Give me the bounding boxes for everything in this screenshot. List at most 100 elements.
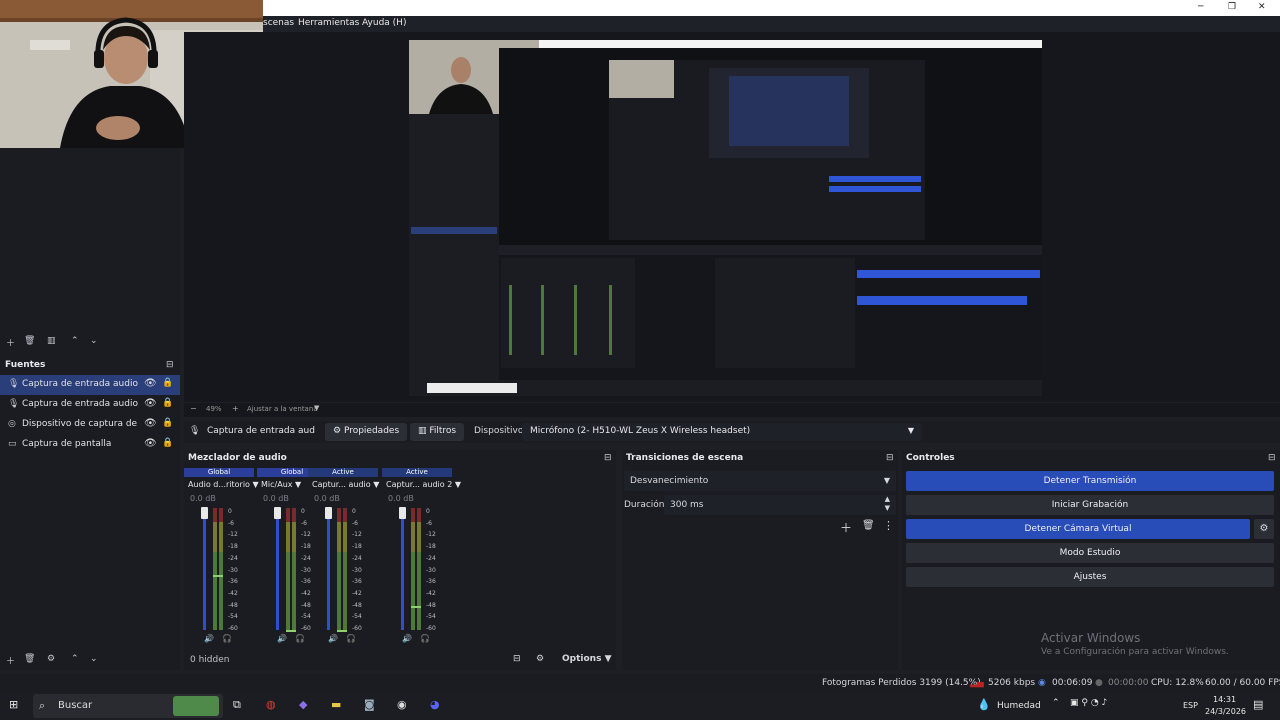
fader-knob[interactable]: [325, 507, 332, 519]
add-transition-icon[interactable]: ＋: [840, 519, 852, 536]
device-select[interactable]: Micrófono (2- H510-WL Zeus X Wireless he…: [522, 423, 922, 441]
mute-icon[interactable]: 🔊: [277, 634, 287, 643]
scene-filters-icon[interactable]: ▥: [47, 336, 56, 346]
filters-button[interactable]: ▥ Filtros: [410, 423, 465, 441]
tray-icons[interactable]: ▣ ⚲ ◔ ♪: [1070, 698, 1107, 708]
fader-knob[interactable]: [399, 507, 406, 519]
stop-streaming-button[interactable]: Detener Transmisión: [906, 471, 1274, 491]
close-icon[interactable]: ✕: [1258, 2, 1266, 12]
panel-menu-icon[interactable]: ⊟: [166, 360, 174, 370]
visibility-eye-icon[interactable]: 👁: [144, 418, 157, 429]
headphones-icon[interactable]: 🎧: [222, 634, 232, 643]
move-down-icon[interactable]: ⌄: [90, 336, 98, 346]
headphones-icon[interactable]: 🎧: [420, 634, 430, 643]
meter-tick-label: -36: [228, 578, 238, 586]
copilot-icon[interactable]: ◆: [299, 698, 307, 711]
tray-chevron-icon[interactable]: ⌃: [1052, 698, 1060, 708]
headphones-icon[interactable]: 🎧: [346, 634, 356, 643]
menu-help[interactable]: Ayuda (H): [362, 18, 406, 28]
visibility-eye-icon[interactable]: 👁: [144, 398, 157, 409]
camera-app-icon[interactable]: ◙: [364, 698, 375, 711]
settings-button[interactable]: Ajustes: [906, 567, 1274, 587]
layout-icon[interactable]: ⊟: [513, 654, 521, 664]
channel-name[interactable]: Captur... audio 2 ▼: [386, 480, 461, 489]
lock-icon[interactable]: 🔒: [162, 378, 173, 388]
remove-source-icon[interactable]: 🗑: [24, 654, 35, 664]
lock-icon[interactable]: 🔒: [162, 398, 173, 408]
stepper-icon[interactable]: ▲ ▼: [885, 495, 890, 513]
mic-icon: 🎙: [8, 379, 20, 389]
panel-menu-icon[interactable]: ⊟: [604, 453, 612, 463]
visibility-eye-icon[interactable]: 👁: [144, 438, 157, 449]
remove-scene-icon[interactable]: 🗑: [24, 336, 35, 346]
menu-tools[interactable]: Herramientas: [298, 18, 359, 28]
lock-icon[interactable]: 🔒: [162, 438, 173, 448]
obs-icon[interactable]: ◉: [397, 698, 407, 711]
fit-dropdown-icon[interactable]: ▼: [314, 404, 319, 412]
task-view-icon[interactable]: ⧉: [233, 698, 241, 712]
channel-name[interactable]: Captur... audio ▼: [312, 480, 379, 489]
notifications-icon[interactable]: ▤: [1253, 698, 1263, 711]
zoom-bar: − 49% + Ajustar a la ventana ▼: [184, 403, 1280, 417]
discord-icon[interactable]: ◕: [430, 698, 440, 711]
mute-icon[interactable]: 🔊: [204, 634, 214, 643]
stop-virtual-camera-button[interactable]: Detener Cámara Virtual: [906, 519, 1250, 539]
virtual-camera-settings-icon[interactable]: ⚙: [1254, 519, 1274, 539]
program-preview[interactable]: [409, 40, 1042, 396]
fader-knob[interactable]: [201, 507, 208, 519]
meter-tick-label: -6: [352, 519, 358, 527]
file-explorer-icon[interactable]: ▬: [331, 698, 341, 711]
channel-name[interactable]: Mic/Aux ▼: [261, 480, 301, 489]
zoom-in-icon[interactable]: +: [232, 404, 239, 413]
lock-icon[interactable]: 🔒: [162, 418, 173, 428]
duration-input[interactable]: 300 ms ▲ ▼: [664, 495, 896, 515]
menu-scenes[interactable]: scenas: [263, 18, 294, 28]
source-up-icon[interactable]: ⌃: [71, 654, 79, 664]
channel-name[interactable]: Audio d...ritorio ▼: [188, 480, 259, 489]
mute-icon[interactable]: 🔊: [402, 634, 412, 643]
more-icon[interactable]: ⋮: [883, 519, 894, 532]
peak-indicator: [411, 606, 421, 608]
fader-knob[interactable]: [274, 507, 281, 519]
add-scene-icon[interactable]: ＋: [6, 336, 15, 349]
panel-menu-icon[interactable]: ⊟: [886, 453, 894, 463]
zoom-out-icon[interactable]: −: [190, 404, 197, 413]
minimize-icon[interactable]: ─: [1198, 2, 1203, 12]
source-item[interactable]: ▭ Captura de pantalla 👁 🔒: [0, 435, 180, 455]
source-settings-icon[interactable]: ⚙: [47, 654, 55, 664]
weather-label[interactable]: Humedad: [997, 701, 1041, 711]
windows-start-icon[interactable]: ⊞: [9, 698, 18, 711]
volume-fader[interactable]: [276, 508, 279, 630]
maximize-icon[interactable]: ❐: [1228, 2, 1236, 12]
mute-icon[interactable]: 🔊: [328, 634, 338, 643]
headphones-icon[interactable]: 🎧: [295, 634, 305, 643]
source-item[interactable]: 🎙 Captura de entrada audio 2 👁 🔒: [0, 375, 180, 395]
source-item[interactable]: ◎ Dispositivo de captura de video 👁 🔒: [0, 415, 180, 435]
properties-button[interactable]: ⚙ Propiedades: [325, 423, 408, 441]
meter-tick-label: -12: [426, 531, 436, 539]
fit-window-label[interactable]: Ajustar a la ventana: [247, 405, 318, 413]
move-up-icon[interactable]: ⌃: [71, 336, 79, 346]
language-indicator[interactable]: ESP: [1183, 701, 1198, 710]
volume-fader[interactable]: [401, 508, 404, 630]
chrome-icon[interactable]: ◍: [266, 698, 276, 711]
transitions-panel: Transiciones de escena ⊟ Desvanecimiento…: [622, 450, 898, 670]
volume-fader[interactable]: [203, 508, 206, 630]
studio-mode-button[interactable]: Modo Estudio: [906, 543, 1274, 563]
clock-date[interactable]: 24/3/2026: [1205, 707, 1246, 716]
taskbar-search[interactable]: ⌕ Buscar: [33, 694, 223, 718]
meter-tick-label: -30: [228, 566, 238, 574]
advanced-audio-icon[interactable]: ⚙: [536, 654, 544, 664]
panel-menu-icon[interactable]: ⊟: [1268, 453, 1276, 463]
remove-transition-icon[interactable]: 🗑: [862, 520, 875, 531]
source-item[interactable]: 🎙 Captura de entrada audio 👁 🔒: [0, 395, 180, 415]
transition-select[interactable]: Desvanecimiento ▼: [624, 471, 896, 491]
volume-fader[interactable]: [327, 508, 330, 630]
visibility-eye-icon[interactable]: 👁: [144, 378, 157, 389]
start-recording-button[interactable]: Iniciar Grabación: [906, 495, 1274, 515]
clock-time[interactable]: 14:31: [1213, 695, 1236, 704]
mixer-options-button[interactable]: Options ▼: [562, 654, 612, 664]
add-source-icon[interactable]: ＋: [6, 654, 15, 667]
source-down-icon[interactable]: ⌄: [90, 654, 98, 664]
meter-tick-label: -18: [352, 543, 362, 551]
